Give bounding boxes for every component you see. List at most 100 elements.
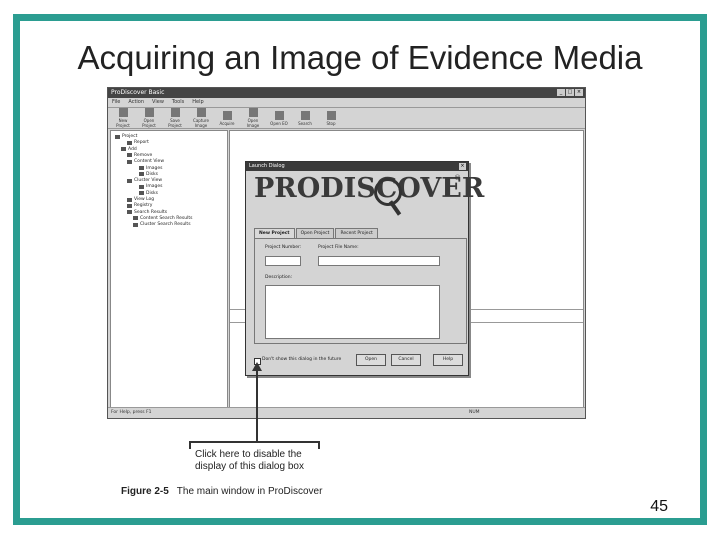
figure-number: Figure 2-5 xyxy=(121,486,169,497)
dialog-titlebar: Launch Dialog × xyxy=(246,162,468,171)
project-file-name-input[interactable] xyxy=(318,256,440,266)
open-image-icon xyxy=(248,108,258,117)
callout-line xyxy=(256,369,258,441)
slide-title: Acquiring an Image of Evidence Media xyxy=(77,39,643,76)
open-image-button[interactable]: Open Image xyxy=(242,108,264,128)
tree-item-label: Cluster Search Results xyxy=(140,222,191,228)
folder-icon xyxy=(133,222,138,227)
folder-icon xyxy=(127,210,132,215)
folder-icon xyxy=(133,216,138,221)
save-project-icon xyxy=(170,108,180,117)
toolbar: New Project Open Project Save Project Ca… xyxy=(108,108,585,129)
menu-action[interactable]: Action xyxy=(128,98,144,107)
search-button[interactable]: Search xyxy=(294,110,316,126)
folder-icon xyxy=(127,159,132,164)
maximize-button[interactable]: □ xyxy=(566,89,574,96)
tree-item-label: Cluster View xyxy=(134,178,163,184)
registered-mark: ® xyxy=(454,174,461,182)
capture-image-icon xyxy=(196,108,206,117)
slide: Acquiring an Image of Evidence Media 45 … xyxy=(0,0,720,540)
open-button[interactable]: Open xyxy=(356,354,386,366)
tree-item[interactable]: Remove xyxy=(127,153,152,158)
callout-bracket xyxy=(189,441,320,449)
cancel-button[interactable]: Cancel xyxy=(391,354,421,366)
project-file-name-label: Project File Name: xyxy=(318,245,359,250)
new-project-icon xyxy=(118,108,128,117)
acquire-icon xyxy=(222,110,232,120)
tree-item-label: Project xyxy=(122,134,138,139)
open-project-icon xyxy=(144,108,154,117)
tab-open-project[interactable]: Open Project xyxy=(295,228,335,238)
tree-item-label: Registry xyxy=(134,203,153,209)
tree-item[interactable]: Report xyxy=(127,140,149,145)
stop-icon xyxy=(326,110,336,120)
close-button[interactable]: × xyxy=(575,89,583,96)
callout-line-1: Click here to disable the xyxy=(195,449,302,460)
menu-bar: File Action View Tools Help xyxy=(108,98,585,108)
tree-item-label: Content View xyxy=(134,159,165,165)
project-number-label: Project Number: xyxy=(265,245,302,250)
tree-item[interactable]: Disks xyxy=(139,172,158,177)
window-title: ProDiscover Basic xyxy=(111,89,165,96)
menu-tools[interactable]: Tools xyxy=(172,98,184,107)
help-button[interactable]: Help xyxy=(433,354,463,366)
new-project-panel: Project Number: Project File Name: Descr… xyxy=(254,238,467,344)
tree-item[interactable]: Project xyxy=(115,134,137,139)
stop-button[interactable]: Stop xyxy=(320,110,342,126)
prodiscover-logo: PRODISCOVER xyxy=(254,173,485,204)
menu-help[interactable]: Help xyxy=(192,98,203,107)
tree-item[interactable]: Images xyxy=(139,166,162,171)
menu-view[interactable]: View xyxy=(152,98,164,107)
figure-text: The main window in ProDiscover xyxy=(176,486,323,497)
dialog-tabs: New Project Open Project Recent Project xyxy=(254,228,379,238)
folder-icon xyxy=(127,178,132,183)
dialog-title: Launch Dialog xyxy=(249,163,285,169)
tree-item[interactable]: Registry xyxy=(127,203,152,208)
callout-text: Click here to disable the display of thi… xyxy=(195,449,304,473)
open-eo-icon xyxy=(274,110,284,120)
tab-new-project[interactable]: New Project xyxy=(254,228,295,238)
tree-item[interactable]: Cluster View xyxy=(127,178,162,183)
open-project-button[interactable]: Open Project xyxy=(138,108,160,128)
tree-item[interactable]: Images xyxy=(139,184,162,189)
project-number-input[interactable] xyxy=(265,256,301,266)
dialog-close-button[interactable]: × xyxy=(459,163,466,170)
folder-icon xyxy=(139,166,144,170)
tree-item[interactable]: Content View xyxy=(127,159,164,164)
menu-file[interactable]: File xyxy=(112,98,120,107)
tree-item[interactable]: Disks xyxy=(139,191,158,196)
page-number: 45 xyxy=(650,498,668,515)
folder-icon xyxy=(139,184,144,189)
capture-image-button[interactable]: Capture Image xyxy=(190,108,212,128)
tree-item-label: Images xyxy=(146,184,163,190)
minimize-button[interactable]: _ xyxy=(557,89,565,96)
tree-item[interactable]: Content Search Results xyxy=(133,216,192,221)
window-titlebar: ProDiscover Basic _ □ × xyxy=(108,88,585,98)
description-label: Description: xyxy=(265,275,293,280)
project-tree: Project Report Add Remove Content View Images… xyxy=(110,130,228,409)
acquire-button[interactable]: Acquire xyxy=(216,110,238,126)
search-icon xyxy=(300,110,310,120)
folder-icon xyxy=(127,203,132,208)
launch-dialog: Launch Dialog × PRODISCOVER ® New Projec… xyxy=(245,161,484,376)
tab-recent-project[interactable]: Recent Project xyxy=(335,228,378,238)
description-textarea[interactable] xyxy=(265,285,440,339)
folder-icon xyxy=(139,191,144,196)
tree-item[interactable]: View Log xyxy=(127,197,154,202)
new-project-button[interactable]: New Project xyxy=(112,108,134,128)
callout-line-2: display of this dialog box xyxy=(195,461,304,472)
open-eo-button[interactable]: Open EO xyxy=(268,110,290,126)
status-bar: For Help, press F1 NUM xyxy=(108,407,585,418)
tree-item[interactable]: Cluster Search Results xyxy=(133,222,191,227)
folder-icon xyxy=(127,140,132,145)
tree-item-label: Add xyxy=(128,146,137,152)
save-project-button[interactable]: Save Project xyxy=(164,108,186,128)
tree-item-label: Images xyxy=(146,165,163,171)
tree-item[interactable]: Search Results xyxy=(127,210,167,215)
figure-caption: Figure 2-5 The main window in ProDiscover xyxy=(121,486,322,497)
tree-item-label: Disks xyxy=(146,171,159,177)
tree-item[interactable]: Add xyxy=(121,147,137,152)
folder-icon xyxy=(115,134,120,139)
tree-item-label: Remove xyxy=(134,152,153,158)
folder-icon xyxy=(139,172,144,177)
